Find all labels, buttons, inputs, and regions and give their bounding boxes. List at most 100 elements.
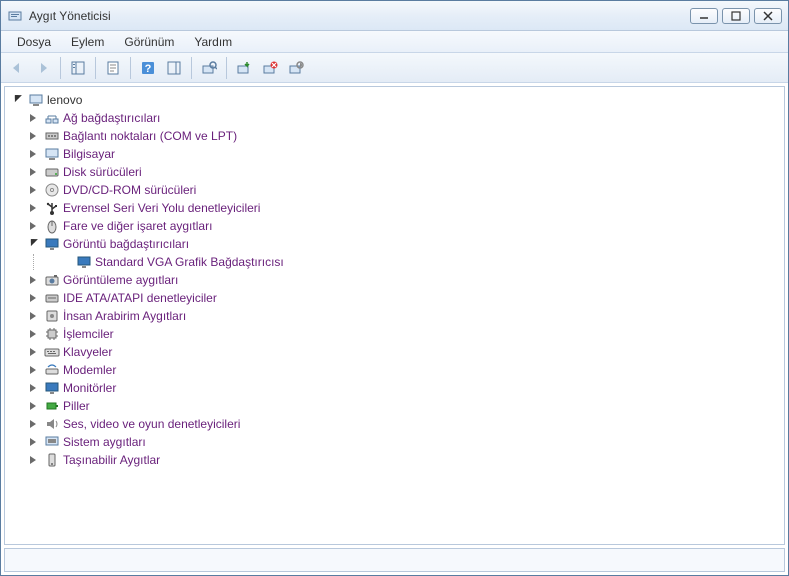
app-icon — [7, 8, 23, 24]
tree-category[interactable]: Sistem aygıtları — [5, 433, 784, 451]
tree-node-label: Bilgisayar — [63, 145, 121, 163]
expand-toggle[interactable] — [25, 362, 41, 378]
toolbar-separator — [95, 57, 96, 79]
tree-node-label: Standard VGA Grafik Bağdaştırıcısı — [95, 253, 290, 271]
tree-category[interactable]: Ağ bağdaştırıcıları — [5, 109, 784, 127]
computer-icon — [44, 146, 60, 162]
device-manager-window: Aygıt Yöneticisi Dosya Eylem Görünüm Yar… — [0, 0, 789, 576]
expand-toggle[interactable] — [9, 92, 25, 108]
display-icon — [44, 236, 60, 252]
tree-node-label: Görüntü bağdaştırıcıları — [63, 235, 195, 253]
tree-node-label: Bağlantı noktaları (COM ve LPT) — [63, 127, 243, 145]
disable-button[interactable] — [284, 56, 308, 80]
menu-file[interactable]: Dosya — [7, 33, 61, 51]
tree-category[interactable]: Klavyeler — [5, 343, 784, 361]
system-icon — [44, 434, 60, 450]
tree-category[interactable]: DVD/CD-ROM sürücüleri — [5, 181, 784, 199]
help-button[interactable]: ? — [136, 56, 160, 80]
tree-root[interactable]: lenovo — [5, 91, 784, 109]
expand-toggle[interactable] — [25, 380, 41, 396]
toolbar-separator — [60, 57, 61, 79]
tree-category[interactable]: Taşınabilir Aygıtlar — [5, 451, 784, 469]
tree-device[interactable]: Standard VGA Grafik Bağdaştırıcısı — [5, 253, 784, 271]
maximize-button[interactable] — [722, 8, 750, 24]
tree-category[interactable]: Disk sürücüleri — [5, 163, 784, 181]
toolbar-separator — [130, 57, 131, 79]
tree-category[interactable]: İşlemciler — [5, 325, 784, 343]
hid-icon — [44, 308, 60, 324]
status-area — [4, 548, 785, 572]
display-icon — [76, 254, 92, 270]
imaging-icon — [44, 272, 60, 288]
tree-category[interactable]: İnsan Arabirim Aygıtları — [5, 307, 784, 325]
scan-hardware-button[interactable] — [197, 56, 221, 80]
action-pane-button[interactable] — [162, 56, 186, 80]
expand-toggle[interactable] — [25, 398, 41, 414]
toolbar-separator — [226, 57, 227, 79]
titlebar: Aygıt Yöneticisi — [1, 1, 788, 31]
monitor-icon — [44, 380, 60, 396]
update-driver-button[interactable] — [232, 56, 256, 80]
tree-category[interactable]: Ses, video ve oyun denetleyicileri — [5, 415, 784, 433]
window-title: Aygıt Yöneticisi — [29, 9, 690, 23]
tree-node-label: Monitörler — [63, 379, 122, 397]
back-button[interactable] — [5, 56, 29, 80]
tree-category[interactable]: Fare ve diğer işaret aygıtları — [5, 217, 784, 235]
tree-node-label: IDE ATA/ATAPI denetleyiciler — [63, 289, 223, 307]
expand-toggle[interactable] — [25, 182, 41, 198]
tree-category[interactable]: Monitörler — [5, 379, 784, 397]
expand-toggle[interactable] — [25, 200, 41, 216]
modem-icon — [44, 362, 60, 378]
tree-category[interactable]: IDE ATA/ATAPI denetleyiciler — [5, 289, 784, 307]
expand-toggle[interactable] — [25, 146, 41, 162]
tree-category[interactable]: Evrensel Seri Veri Yolu denetleyicileri — [5, 199, 784, 217]
tree-node-label: Taşınabilir Aygıtlar — [63, 451, 166, 469]
portable-icon — [44, 452, 60, 468]
window-controls — [690, 8, 782, 24]
expand-toggle[interactable] — [25, 308, 41, 324]
show-hide-console-tree-button[interactable] — [66, 56, 90, 80]
expand-toggle[interactable] — [25, 164, 41, 180]
expand-toggle[interactable] — [25, 344, 41, 360]
cpu-icon — [44, 326, 60, 342]
tree-node-label: Disk sürücüleri — [63, 163, 148, 181]
expand-toggle[interactable] — [25, 272, 41, 288]
expand-toggle[interactable] — [25, 128, 41, 144]
tree-category[interactable]: Görüntü bağdaştırıcıları — [5, 235, 784, 253]
expand-toggle[interactable] — [25, 110, 41, 126]
tree-node-label: Evrensel Seri Veri Yolu denetleyicileri — [63, 199, 266, 217]
expand-toggle[interactable] — [25, 434, 41, 450]
mouse-icon — [44, 218, 60, 234]
forward-button[interactable] — [31, 56, 55, 80]
expand-toggle[interactable] — [25, 416, 41, 432]
dvd-icon — [44, 182, 60, 198]
tree-category[interactable]: Modemler — [5, 361, 784, 379]
close-button[interactable] — [754, 8, 782, 24]
properties-button[interactable] — [101, 56, 125, 80]
expand-toggle[interactable] — [25, 236, 41, 252]
menu-action[interactable]: Eylem — [61, 33, 114, 51]
network-icon — [44, 110, 60, 126]
computer-icon — [28, 92, 44, 108]
svg-text:?: ? — [145, 63, 152, 75]
tree-category[interactable]: Piller — [5, 397, 784, 415]
tree-category[interactable]: Görüntüleme aygıtları — [5, 271, 784, 289]
expand-toggle[interactable] — [25, 452, 41, 468]
expand-toggle[interactable] — [25, 290, 41, 306]
tree-node-label: Modemler — [63, 361, 122, 379]
toolbar: ? — [1, 53, 788, 83]
menu-view[interactable]: Görünüm — [114, 33, 184, 51]
sound-icon — [44, 416, 60, 432]
uninstall-button[interactable] — [258, 56, 282, 80]
tree-category[interactable]: Bağlantı noktaları (COM ve LPT) — [5, 127, 784, 145]
expand-toggle[interactable] — [25, 218, 41, 234]
minimize-button[interactable] — [690, 8, 718, 24]
tree-category[interactable]: Bilgisayar — [5, 145, 784, 163]
tree-node-label: lenovo — [47, 91, 88, 109]
tree-node-label: Fare ve diğer işaret aygıtları — [63, 217, 218, 235]
expand-toggle[interactable] — [25, 326, 41, 342]
device-tree[interactable]: lenovoAğ bağdaştırıcılarıBağlantı noktal… — [4, 86, 785, 545]
toolbar-separator — [191, 57, 192, 79]
menu-help[interactable]: Yardım — [184, 33, 242, 51]
tree-node-label: İnsan Arabirim Aygıtları — [63, 307, 192, 325]
